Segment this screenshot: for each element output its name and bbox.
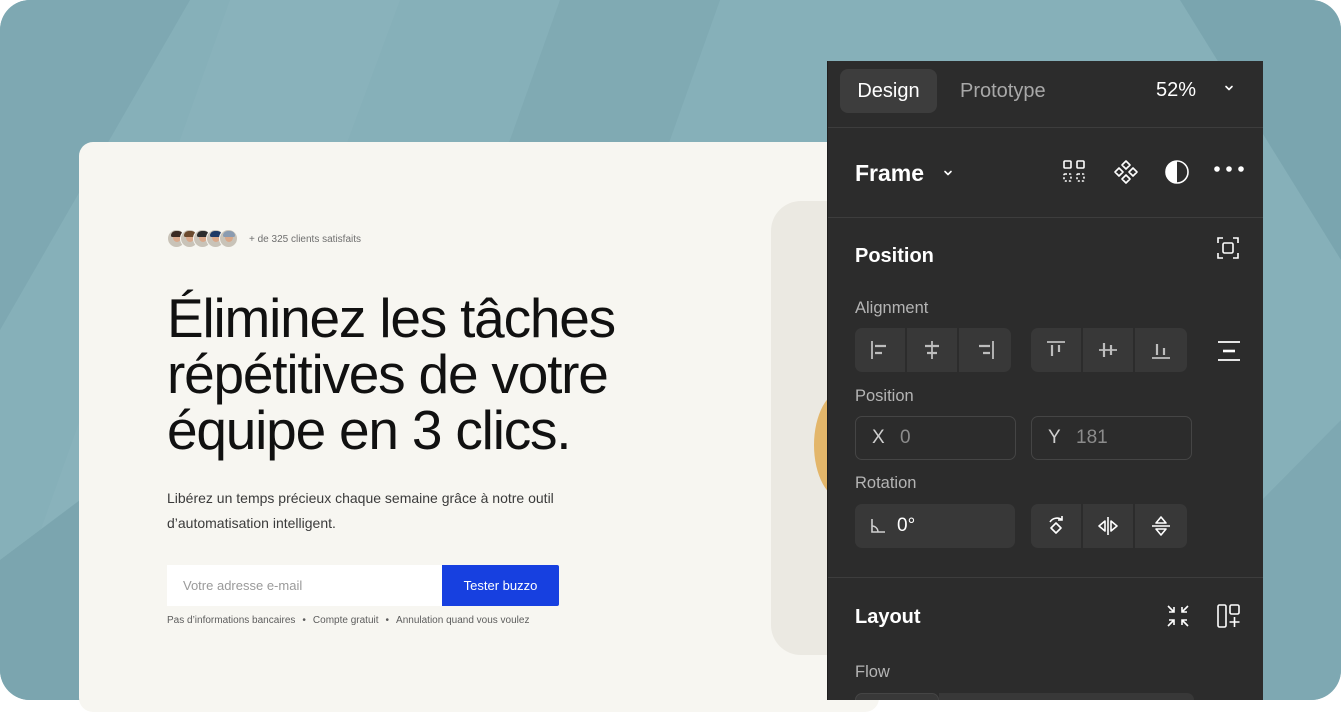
perk-item: Pas d’informations bancaires xyxy=(167,615,296,626)
flow-option[interactable] xyxy=(855,693,939,700)
frame-label[interactable]: Frame xyxy=(855,160,924,187)
align-vertical-center-icon xyxy=(1099,343,1117,357)
hero-title-line: répétitives de votre xyxy=(167,343,609,405)
align-bottom-button[interactable] xyxy=(1135,328,1187,372)
angle-icon xyxy=(871,519,885,533)
collapse-icon[interactable] xyxy=(1165,603,1191,629)
try-buzzo-button[interactable]: Tester buzzo xyxy=(442,565,559,606)
perk-item: Compte gratuit xyxy=(312,615,379,626)
horizontal-alignment-group xyxy=(855,328,1011,372)
frame-header: Frame xyxy=(828,128,1263,218)
alignment-label: Alignment xyxy=(855,299,929,317)
align-horizontal-center-icon xyxy=(925,341,939,359)
perk-item: Annulation quand vous voulez xyxy=(396,615,530,626)
align-right-icon xyxy=(979,341,994,359)
email-input[interactable] xyxy=(167,565,442,606)
rotation-value[interactable]: 0° xyxy=(897,515,915,537)
panel-tabs: Design Prototype 52% xyxy=(828,61,1263,128)
perk-separator: • xyxy=(302,615,306,626)
align-bottom-icon xyxy=(1152,344,1170,359)
vertical-alignment-group xyxy=(1031,328,1187,372)
align-top-icon xyxy=(1047,341,1065,356)
tab-design[interactable]: Design xyxy=(840,69,937,113)
rotation-field[interactable]: 0° xyxy=(855,504,1015,548)
component-icon[interactable] xyxy=(1113,159,1139,185)
client-avatars xyxy=(167,229,238,248)
align-left-button[interactable] xyxy=(855,328,907,372)
x-label: X xyxy=(872,427,885,448)
align-top-button[interactable] xyxy=(1031,328,1083,372)
flip-vertical-icon xyxy=(1152,516,1170,536)
y-label: Y xyxy=(1048,427,1061,448)
flow-label: Flow xyxy=(855,663,890,681)
x-position-field[interactable]: X 0 xyxy=(855,416,1016,460)
hero-title: Éliminez les tâches répétitives de votre… xyxy=(167,290,727,458)
x-value[interactable]: 0 xyxy=(900,427,911,449)
avatar-hair xyxy=(223,231,235,237)
position-section-title: Position xyxy=(855,245,934,267)
clients-count-text: + de 325 clients satisfaits xyxy=(249,234,362,245)
flip-vertical-button[interactable] xyxy=(1135,504,1187,548)
constraints-icon[interactable] xyxy=(1216,236,1240,260)
design-panel: Design Prototype 52% Frame Position Alig… xyxy=(827,61,1263,700)
hero-subtitle-line: d’automatisation intelligent. xyxy=(167,514,336,531)
grid-icon[interactable] xyxy=(1062,159,1086,183)
contrast-icon[interactable] xyxy=(1164,159,1190,185)
align-left-icon xyxy=(871,341,886,359)
position-label: Position xyxy=(855,387,914,405)
flip-horizontal-button[interactable] xyxy=(1083,504,1135,548)
perks-list: Pas d’informations bancaires • Compte gr… xyxy=(167,615,529,626)
transform-group xyxy=(1031,504,1187,548)
flow-options-group[interactable] xyxy=(939,693,1194,700)
rotate-button[interactable] xyxy=(1031,504,1083,548)
tab-prototype[interactable]: Prototype xyxy=(946,69,1060,113)
y-position-field[interactable]: Y 181 xyxy=(1031,416,1192,460)
hero-subtitle-line: Libérez un temps précieux chaque semaine… xyxy=(167,490,554,506)
section-divider xyxy=(828,577,1263,578)
align-right-button[interactable] xyxy=(959,328,1011,372)
flip-horizontal-icon xyxy=(1098,517,1118,535)
zoom-level[interactable]: 52% xyxy=(1156,79,1196,102)
add-auto-layout-icon[interactable] xyxy=(1216,603,1242,629)
rotation-label: Rotation xyxy=(855,474,917,492)
align-center-v-button[interactable] xyxy=(1083,328,1135,372)
chevron-down-icon[interactable] xyxy=(942,167,954,179)
layout-section-title: Layout xyxy=(855,606,921,628)
hero-title-line: équipe en 3 clics. xyxy=(167,399,572,461)
chevron-down-icon[interactable] xyxy=(1223,82,1235,94)
more-icon[interactable] xyxy=(1213,163,1245,175)
align-center-h-button[interactable] xyxy=(907,328,959,372)
distribute-icon[interactable] xyxy=(1217,339,1241,363)
rotate-icon xyxy=(1049,516,1063,534)
y-value[interactable]: 181 xyxy=(1076,427,1108,449)
hero-subtitle: Libérez un temps précieux chaque semaine… xyxy=(167,486,637,535)
hero-title-line: Éliminez les tâches xyxy=(167,287,616,349)
avatar xyxy=(219,229,238,248)
perk-separator: • xyxy=(385,615,390,626)
